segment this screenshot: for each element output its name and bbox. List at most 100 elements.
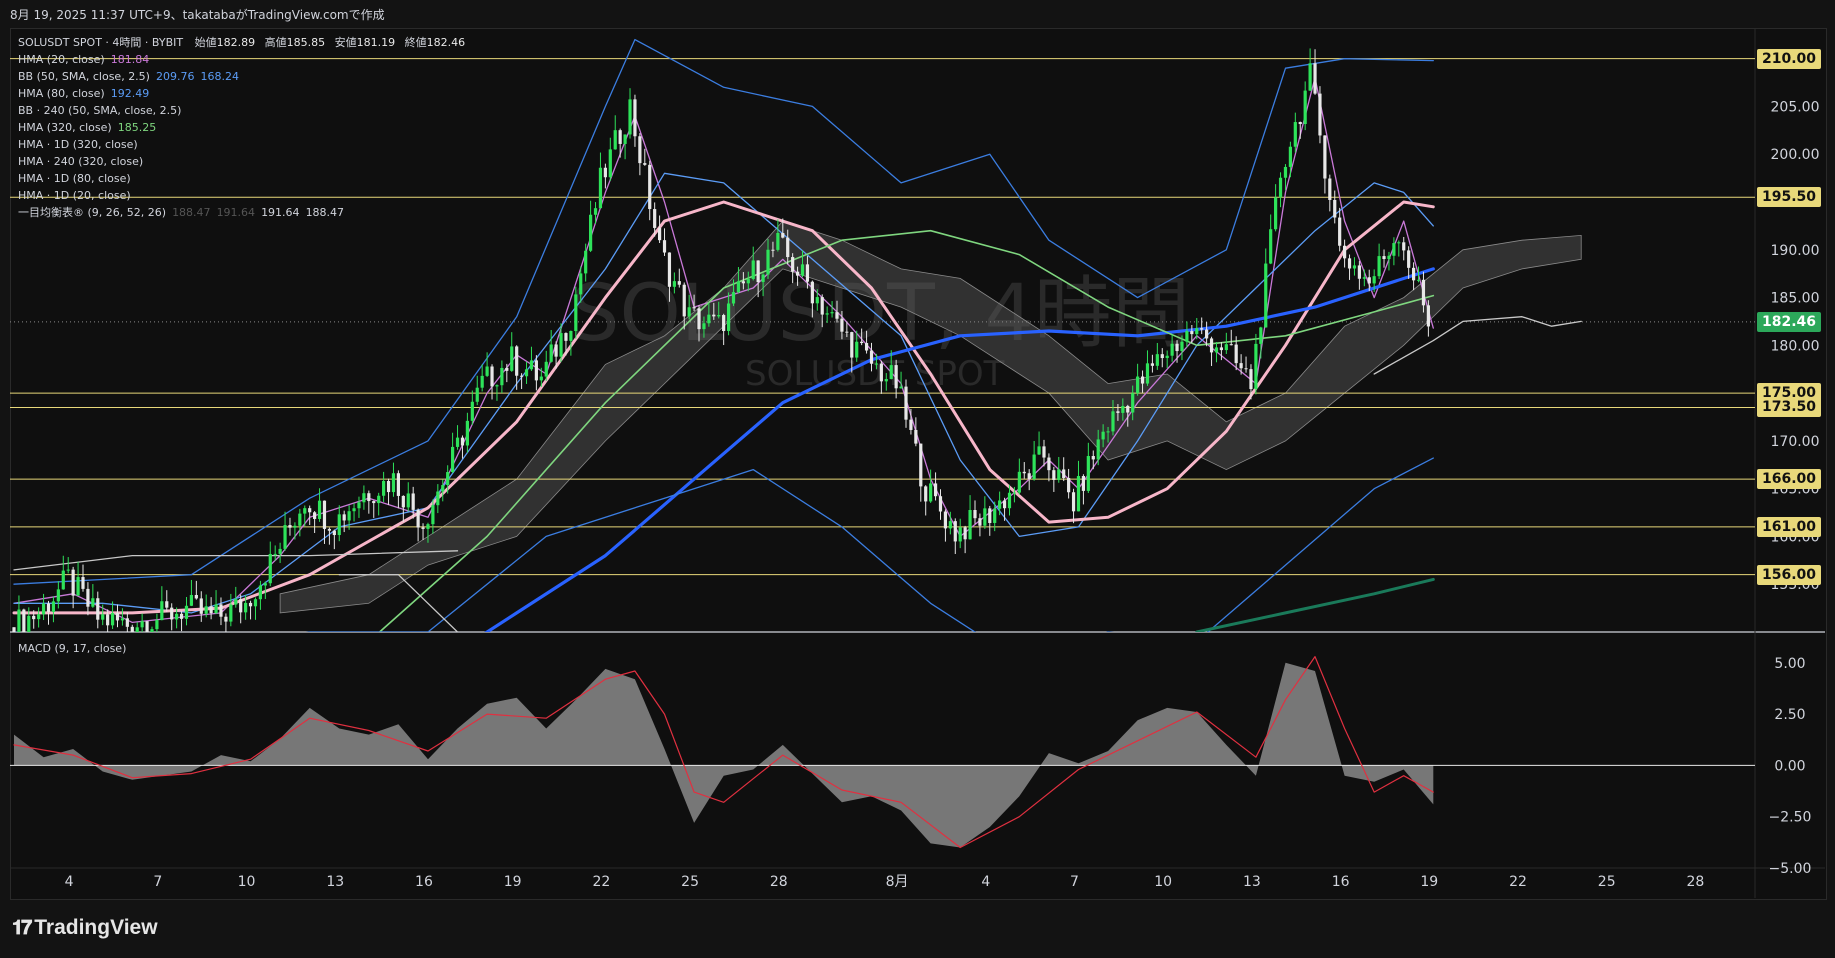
candle-body [1086,456,1090,491]
macd-tick-label: −2.50 [1769,810,1812,826]
time-tick-label: 13 [1243,874,1261,890]
price-tick-label: 205.00 [1771,99,1820,115]
candle-body [1347,258,1352,269]
candle-body [125,618,129,627]
level-price-tag[interactable]: 210.00 [1757,48,1821,69]
time-tick-label: 7 [153,874,162,890]
level-price-tag[interactable]: 173.50 [1757,397,1821,418]
indicator-name: HMA · 1D (320, close) [18,138,138,151]
candle-body [411,493,415,510]
indicator-value: 191.64 [216,206,256,219]
level-price-tag[interactable]: 161.00 [1757,516,1821,537]
level-price-tag[interactable]: 166.00 [1757,469,1821,490]
candle-body [653,209,657,228]
indicator-legend-row[interactable]: HMA (20, close) 181.84 [18,51,149,68]
last-price-tag[interactable]: 182.46 [1757,311,1821,332]
macd-legend[interactable]: MACD (9, 17, close) [18,640,126,657]
candle-body [766,249,770,275]
candle-body [879,363,883,382]
macd-tick-label: −5.00 [1769,861,1812,877]
candle-body [278,548,282,554]
candle-body [534,360,538,381]
close-value: 182.46 [426,36,466,49]
candle-body [229,604,233,622]
candle-body [1116,411,1120,413]
candle-body [613,130,617,150]
candle-body [1357,265,1361,279]
indicator-value: 181.84 [110,53,150,66]
candle-body [86,588,90,607]
candle-body [386,480,391,493]
candle-body [209,606,213,614]
candle-body [924,486,928,502]
candle-body [1224,344,1228,351]
indicator-value: 168.24 [200,70,239,83]
candle-body [722,315,726,332]
candle-body [219,604,223,617]
candle-body [224,616,228,622]
candle-body [179,613,184,619]
indicator-legend-row[interactable]: HMA · 240 (320, close) [18,153,143,170]
candle-body [406,493,410,508]
macd-tick-label: 0.00 [1774,758,1805,774]
indicator-name: HMA · 1D (80, close) [18,172,131,185]
candle-body [825,313,829,315]
indicator-legend-row[interactable]: HMA (80, close) 192.49 [18,85,149,102]
candle-body [170,607,174,620]
indicator-legend-row[interactable]: BB · 240 (50, SMA, close, 2.5) [18,102,181,119]
indicator-legend-row[interactable]: HMA · 1D (80, close) [18,170,131,187]
level-price-tag[interactable]: 156.00 [1757,564,1821,585]
candle-body [441,485,445,492]
candle-body [662,240,667,253]
indicator-name: HMA (80, close) [18,87,105,100]
price-tick-label: 185.00 [1771,291,1820,307]
candle-body [96,598,100,620]
indicator-legend-row[interactable]: HMA · 1D (20, close) [18,187,131,204]
candle-body [446,472,450,486]
indicator-legend-row[interactable]: BB (50, SMA, close, 2.5) 209.76 168.24 [18,68,239,85]
candle-body [929,483,933,502]
candle-body [1397,242,1401,244]
candle-body [914,429,918,444]
candle-body [273,553,277,555]
candle-body [1057,469,1061,480]
candle-body [564,333,568,341]
candle-body [327,528,332,531]
price-tick-label: 200.00 [1771,147,1820,163]
footer: 𝟏𝟕 TradingView [0,900,1835,958]
indicator-name: 一目均衡表® (9, 26, 52, 26) [18,206,167,219]
candle-body [855,341,859,358]
candle-body [1200,328,1204,330]
candle-body [1096,439,1100,460]
level-price-tag[interactable]: 195.50 [1757,187,1821,208]
candle-body [308,508,312,513]
candle-body [1362,277,1366,279]
candle-body [584,250,588,274]
candle-body [436,491,440,506]
candle-body [736,281,741,293]
candle-body [874,363,879,365]
candle-body [1190,331,1194,335]
candle-body [37,614,41,620]
candle-body [194,594,198,599]
open-value: 182.89 [216,36,256,49]
candle-body [993,508,997,523]
candle-body [347,511,351,521]
candle-body [593,208,598,215]
candle-body [1259,327,1263,344]
series-line-6 [13,457,1434,632]
indicator-value: 192.49 [110,87,150,100]
candle-body [22,609,26,632]
candle-body [293,525,297,528]
candle-body [835,312,839,319]
tradingview-logo[interactable]: 𝟏𝟕 TradingView [12,916,158,940]
candle-body [943,511,948,529]
indicator-legend-row[interactable]: HMA · 1D (320, close) [18,136,138,153]
candle-body [968,510,972,540]
candle-body [672,281,676,287]
indicator-legend-row[interactable]: 一目均衡表® (9, 26, 52, 26) 188.47 191.64 191.64… [18,204,344,221]
indicator-legend-row[interactable]: HMA (320, close) 185.25 [18,119,156,136]
price-chart-svg[interactable]: SOLUSDT, 4時間SOLUSDT SPOT155.00160.00165.… [0,0,1835,900]
symbol-name[interactable]: SOLUSDT SPOT · 4時間 · BYBIT [18,36,183,49]
candle-body [1126,405,1130,413]
